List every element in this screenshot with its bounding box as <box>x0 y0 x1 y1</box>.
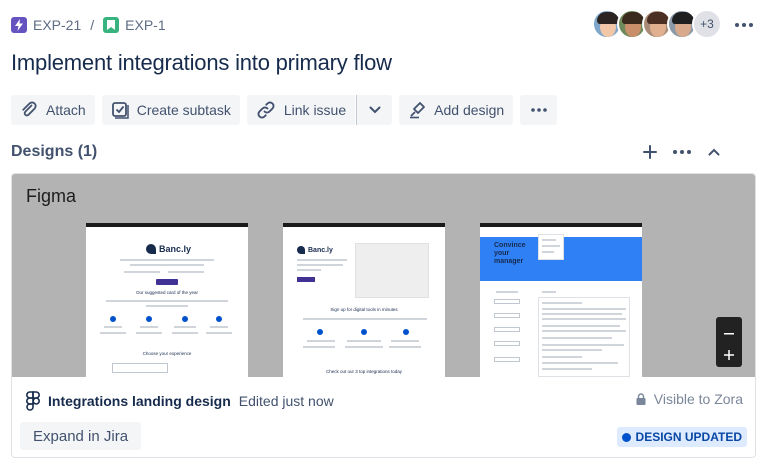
more-icon <box>530 108 547 112</box>
zoom-controls <box>716 317 742 367</box>
design-visibility: Visible to Zora <box>636 391 743 407</box>
issue-toolbar: Attach Create subtask Link issue Add des… <box>11 95 558 125</box>
status-badge-label: DESIGN UPDATED <box>635 430 742 444</box>
subtask-icon <box>111 102 129 119</box>
plus-icon <box>724 349 734 360</box>
create-subtask-button[interactable]: Create subtask <box>101 95 240 125</box>
breadcrumb-current[interactable]: EXP-1 <box>103 17 166 33</box>
design-frame-thumbnail: Banc.ly Our suggested card of the year C… <box>86 223 248 377</box>
more-actions-button[interactable] <box>731 13 757 37</box>
designs-more-button[interactable] <box>669 140 695 164</box>
link-issue-dropdown-button[interactable] <box>356 95 393 125</box>
parent-issue-key[interactable]: EXP-21 <box>33 17 81 33</box>
attach-label: Attach <box>46 102 86 118</box>
more-icon <box>673 150 691 154</box>
paperclip-icon <box>22 101 37 117</box>
chevron-up-icon <box>708 148 720 156</box>
lightning-icon <box>11 17 27 33</box>
breadcrumb-separator: / <box>90 17 95 33</box>
link-icon <box>257 101 275 119</box>
add-design-label: Add design <box>434 102 505 118</box>
frame-footer-text: Check out our 3 top integrations today <box>325 369 403 374</box>
issue-title[interactable]: Implement integrations into primary flow <box>11 50 392 76</box>
zoom-in-button[interactable] <box>724 347 734 363</box>
visibility-label: Visible to Zora <box>653 391 743 407</box>
design-edited-time: Edited just now <box>238 393 334 409</box>
plus-icon <box>643 145 657 159</box>
toolbar-more-button[interactable] <box>520 95 558 125</box>
more-watchers-badge[interactable]: +3 <box>692 9 722 39</box>
designs-section-actions <box>637 140 727 164</box>
figma-icon <box>26 391 40 411</box>
frame-heading: Convince your manager <box>494 242 526 265</box>
frame-footer-text: Choose your experience <box>142 351 192 356</box>
designs-section-heading: Designs (1) <box>11 143 98 160</box>
status-badge: DESIGN UPDATED <box>616 427 747 447</box>
more-icon <box>735 23 753 27</box>
zoom-out-button[interactable] <box>724 322 734 338</box>
design-preview[interactable]: Figma Banc.ly Our suggested card of the … <box>12 174 755 377</box>
design-file-info: Integrations landing design Edited just … <box>26 391 334 411</box>
current-issue-key[interactable]: EXP-1 <box>125 17 165 33</box>
link-issue-button[interactable]: Link issue <box>246 95 356 125</box>
create-subtask-label: Create subtask <box>136 102 231 118</box>
frame-heading: Sign up for digital tools in minutes <box>330 307 398 312</box>
breadcrumb: EXP-21 / EXP-1 <box>11 15 166 35</box>
lock-icon <box>636 393 646 405</box>
watchers-avatar-group[interactable]: +3 <box>592 9 722 39</box>
design-source-label: Figma <box>26 186 77 206</box>
attach-button[interactable]: Attach <box>11 95 95 125</box>
design-file-name[interactable]: Integrations landing design <box>48 393 231 409</box>
expand-in-jira-button[interactable]: Expand in Jira <box>20 422 142 450</box>
collapse-designs-button[interactable] <box>701 140 727 164</box>
bookmark-icon <box>103 17 120 33</box>
frame-brand-logo: Banc.ly <box>297 246 333 254</box>
pen-icon <box>410 102 426 119</box>
design-frame-thumbnail: Banc.ly Sign up for digital tools in min… <box>283 223 445 377</box>
chevron-down-icon <box>369 106 381 114</box>
minus-icon <box>724 332 734 334</box>
design-frame-thumbnail: Convince your manager <box>480 223 642 377</box>
link-issue-label: Link issue <box>283 102 347 118</box>
breadcrumb-parent[interactable]: EXP-21 <box>11 17 81 33</box>
design-card[interactable]: Figma Banc.ly Our suggested card of the … <box>11 173 756 458</box>
frame-brand-logo: Banc.ly <box>146 244 191 254</box>
add-design-button[interactable]: Add design <box>399 95 514 125</box>
frame-brand-name: Banc.ly <box>308 246 333 254</box>
design-card-footer: Integrations landing design Edited just … <box>12 377 755 457</box>
frame-heading: Our suggested card of the year <box>135 290 199 295</box>
status-dot-icon <box>621 432 631 442</box>
frame-brand-name: Banc.ly <box>159 244 192 254</box>
add-design-plus-button[interactable] <box>637 140 663 164</box>
link-issue-split-button: Link issue <box>246 95 393 125</box>
